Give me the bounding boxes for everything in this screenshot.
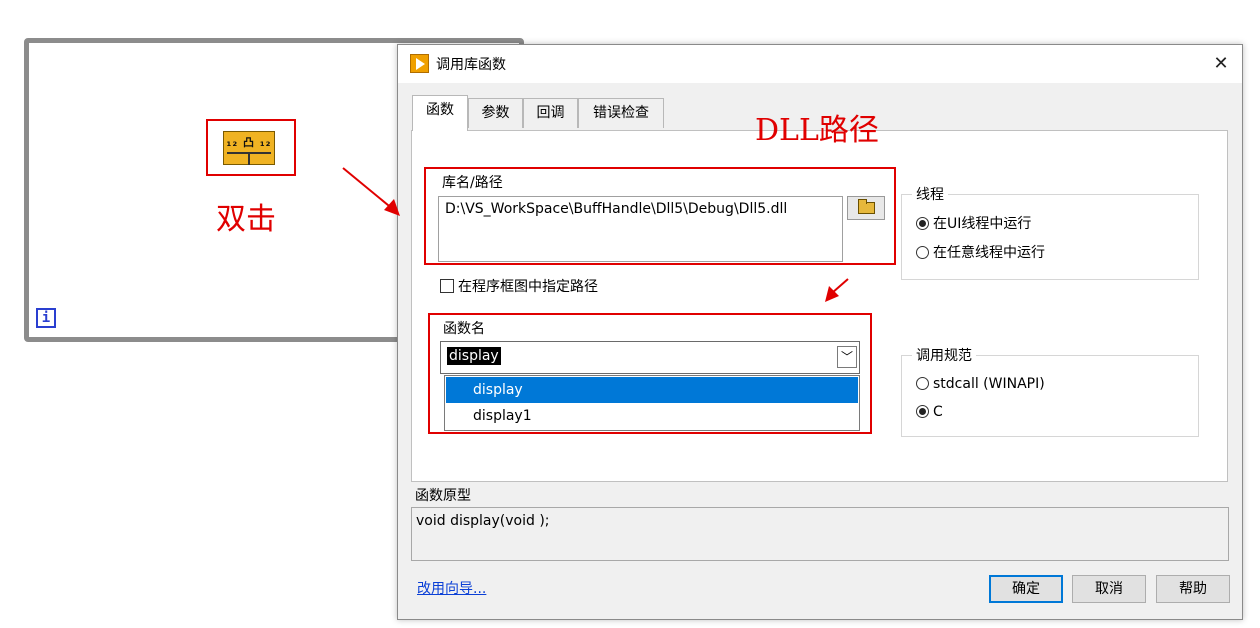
thread-option-ui[interactable]: 在UI线程中运行: [916, 213, 1031, 233]
dialog-title: 调用库函数: [436, 57, 506, 73]
checkbox-icon[interactable]: [440, 279, 454, 293]
radio-icon[interactable]: [916, 246, 929, 259]
convention-option-stdcall[interactable]: stdcall (WINAPI): [916, 376, 1045, 392]
node-leg: [248, 152, 250, 165]
node-glyph: ₁₂ 凸 ₁₂: [226, 136, 272, 149]
loop-index-icon: i: [36, 308, 56, 328]
tab-error-checking[interactable]: 错误检查: [578, 98, 664, 128]
labview-app-icon: [410, 54, 429, 73]
calling-convention-group: 调用规范 stdcall (WINAPI) C: [901, 345, 1199, 437]
tab-callbacks[interactable]: 回调: [523, 98, 578, 128]
calling-convention-title: 调用规范: [912, 345, 976, 365]
radio-icon[interactable]: [916, 377, 929, 390]
thread-option-ui-label: 在UI线程中运行: [933, 216, 1032, 232]
ok-button[interactable]: 确定: [989, 575, 1063, 603]
tab-function[interactable]: 函数: [412, 95, 468, 131]
call-library-function-dialog: 调用库函数 ✕ 函数 参数 回调 错误检查 DLL路径 库名/路径 D:\VS_…: [397, 44, 1243, 620]
prototype-label: 函数原型: [415, 488, 471, 504]
thread-group: 线程 在UI线程中运行 在任意线程中运行: [901, 184, 1199, 280]
title-bar: 调用库函数 ✕: [398, 45, 1242, 83]
specify-path-label: 在程序框图中指定路径: [458, 279, 598, 295]
close-icon[interactable]: ✕: [1204, 49, 1238, 79]
cancel-button[interactable]: 取消: [1072, 575, 1146, 603]
thread-option-any-label: 在任意线程中运行: [933, 245, 1045, 261]
function-name-value[interactable]: display: [447, 347, 501, 365]
convention-option-c[interactable]: C: [916, 404, 943, 420]
radio-selected-icon[interactable]: [916, 405, 929, 418]
library-path-input[interactable]: D:\VS_WorkSpace\BuffHandle\Dll5\Debug\Dl…: [438, 196, 843, 262]
library-path-label: 库名/路径: [442, 175, 503, 191]
double-click-annotation: 双击: [216, 202, 276, 237]
convention-c-label: C: [933, 404, 943, 420]
chevron-down-icon[interactable]: ﹀: [837, 346, 857, 368]
function-name-combobox[interactable]: display ﹀: [440, 341, 860, 374]
help-button[interactable]: 帮助: [1156, 575, 1230, 603]
folder-open-icon: [858, 199, 875, 214]
dll-path-annotation: DLL路径: [755, 113, 879, 148]
browse-button[interactable]: [847, 196, 885, 220]
specify-path-checkbox[interactable]: 在程序框图中指定路径: [440, 276, 598, 296]
function-option-display[interactable]: display: [446, 377, 858, 403]
radio-selected-icon[interactable]: [916, 217, 929, 230]
function-option-display1[interactable]: display1: [446, 403, 858, 429]
convention-stdcall-label: stdcall (WINAPI): [933, 376, 1045, 392]
function-name-label: 函数名: [443, 321, 485, 337]
thread-group-title: 线程: [912, 184, 948, 204]
switch-to-wizard-link[interactable]: 改用向导...: [417, 578, 486, 598]
function-name-dropdown-list: display display1: [444, 375, 860, 431]
call-library-node-icon[interactable]: ₁₂ 凸 ₁₂: [223, 131, 275, 165]
prototype-display: void display(void );: [411, 507, 1229, 561]
thread-option-any[interactable]: 在任意线程中运行: [916, 242, 1045, 262]
tab-parameters[interactable]: 参数: [468, 98, 523, 128]
